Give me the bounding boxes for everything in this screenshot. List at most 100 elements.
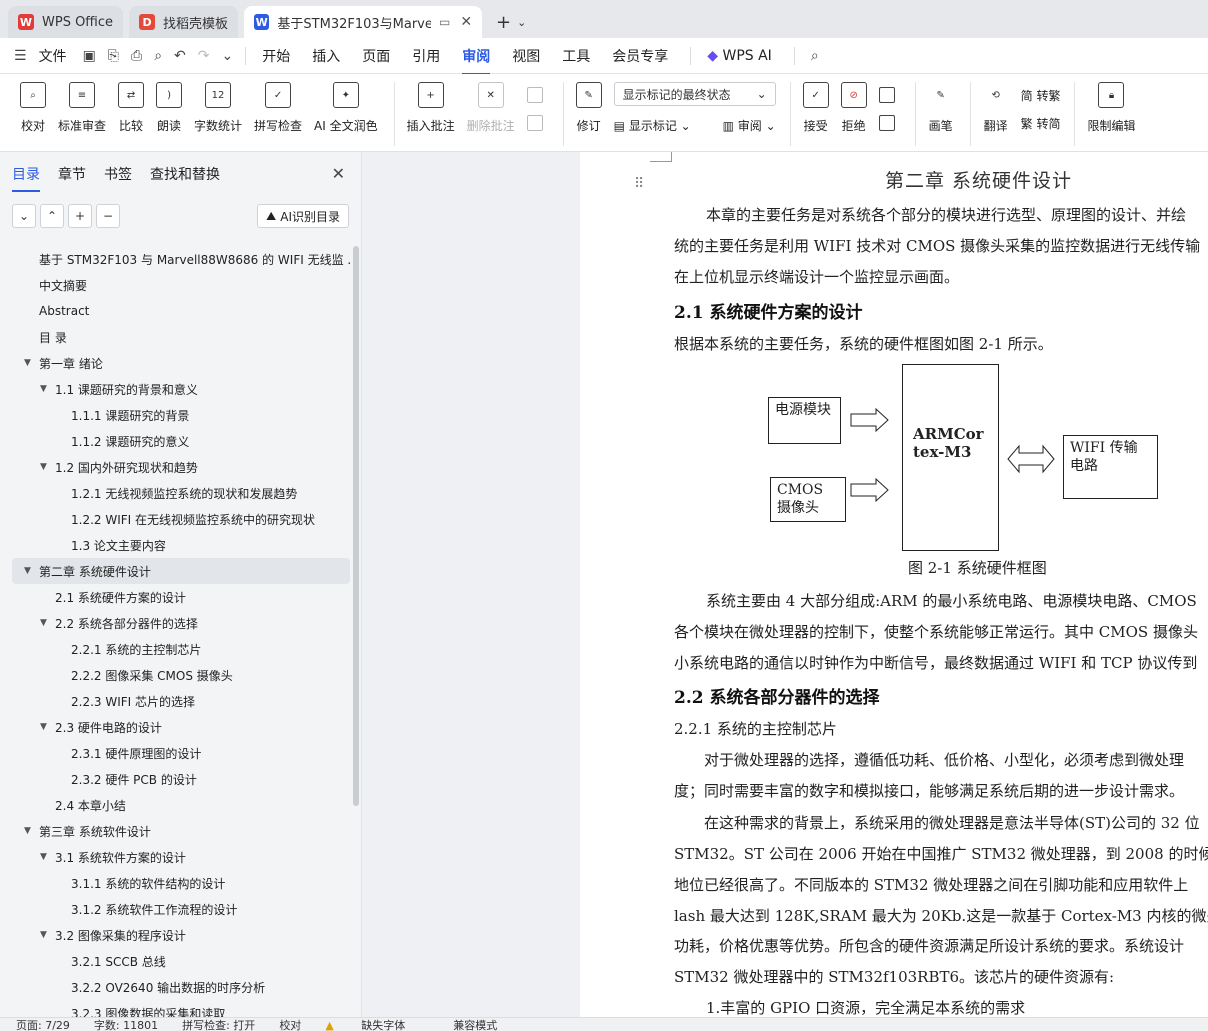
close-icon[interactable]: ✕	[460, 14, 472, 30]
remove-heading-button[interactable]: −	[96, 204, 120, 228]
menu-view[interactable]: 视图	[512, 46, 540, 66]
collapse-up-button[interactable]: ⌃	[40, 204, 64, 228]
toc-item[interactable]: 2.2.1 系统的主控制芯片	[0, 636, 352, 662]
standard-review-button[interactable]: ≡ 标准审查	[58, 82, 106, 134]
expand-triangle-icon[interactable]: ▼	[40, 462, 47, 472]
menu-review[interactable]: 审阅	[462, 46, 491, 75]
pen-button[interactable]: ✎ 画笔	[928, 82, 954, 134]
to-traditional-button[interactable]: 简 转繁	[1021, 82, 1061, 108]
expand-triangle-icon[interactable]: ▼	[24, 566, 31, 576]
page-indicator[interactable]: 页面: 7/29	[16, 1018, 70, 1031]
tab-toc[interactable]: 目录	[12, 164, 40, 192]
expand-down-button[interactable]: ⌄	[12, 204, 36, 228]
expand-triangle-icon[interactable]: ▼	[40, 930, 47, 940]
toc-item[interactable]: ▼ 第二章 系统硬件设计	[12, 558, 350, 584]
menu-tools[interactable]: 工具	[562, 46, 590, 66]
tab-docer[interactable]: D 找稻壳模板	[129, 6, 239, 38]
menu-icon[interactable]: ☰	[14, 48, 27, 64]
toc-item[interactable]: 2.4 本章小结	[0, 792, 352, 818]
toc-item[interactable]: 2.1 系统硬件方案的设计	[0, 584, 352, 610]
proofread-button[interactable]: ⌕ 校对	[20, 82, 46, 134]
tab-wps-office[interactable]: W WPS Office	[8, 6, 124, 38]
toc-item[interactable]: 2.2.2 图像采集 CMOS 摄像头	[0, 662, 352, 688]
expand-triangle-icon[interactable]: ▼	[40, 722, 47, 732]
save-icon[interactable]: ▣	[83, 48, 96, 64]
missing-font-status[interactable]: ▲ 缺失字体	[325, 1018, 429, 1031]
undo-icon[interactable]: ↶	[174, 48, 186, 64]
prev-comment-button[interactable]	[526, 82, 549, 108]
toc-item[interactable]: 1.1.2 课题研究的意义	[0, 428, 352, 454]
word-count-button[interactable]: 12 字数统计	[194, 82, 242, 134]
toc-item[interactable]: 1.2.2 WIFI 在无线视频监控系统中的研究现状	[0, 506, 352, 532]
next-change-button[interactable]	[878, 110, 901, 136]
toc-item[interactable]: 目 录	[0, 324, 352, 350]
toc-item[interactable]: 3.2.1 SCCB 总线	[0, 948, 352, 974]
accept-button[interactable]: ✓ 接受	[802, 82, 829, 134]
ai-polish-button[interactable]: ✦ AI 全文润色	[314, 82, 378, 134]
menu-member[interactable]: 会员专享	[612, 46, 668, 66]
expand-triangle-icon[interactable]: ▼	[24, 358, 31, 368]
toc-item[interactable]: 1.1.1 课题研究的背景	[0, 402, 352, 428]
expand-triangle-icon[interactable]: ▼	[40, 384, 47, 394]
prev-change-button[interactable]	[878, 82, 901, 108]
toc-item[interactable]: ▼ 第三章 系统软件设计	[0, 818, 352, 844]
menu-file[interactable]: 文件	[39, 46, 67, 66]
toc-item[interactable]: ▼ 1.1 课题研究的背景和意义	[0, 376, 352, 402]
proofread-status[interactable]: 校对	[279, 1018, 301, 1031]
print-icon[interactable]: ⎙	[131, 48, 142, 64]
expand-triangle-icon[interactable]: ▼	[24, 826, 31, 836]
ai-detect-toc-button[interactable]: ⛰ AI识别目录	[257, 204, 349, 228]
toc-item[interactable]: 3.1.1 系统的软件结构的设计	[0, 870, 352, 896]
tab-chapters[interactable]: 章节	[58, 164, 86, 184]
menu-insert[interactable]: 插入	[312, 46, 340, 66]
restrict-edit-button[interactable]: 🔒︎ 限制编辑	[1087, 82, 1136, 134]
drag-handle-icon[interactable]: ⠿	[634, 176, 644, 192]
toc-item[interactable]: Abstract	[0, 298, 352, 324]
insert-comment-button[interactable]: + 插入批注	[407, 82, 455, 134]
toc-item[interactable]: 1.2.1 无线视频监控系统的现状和发展趋势	[0, 480, 352, 506]
document-page[interactable]: ⠿ 第二章 系统硬件设计 本章的主要任务是对系统各个部分的模块进行选型、原理图的…	[580, 152, 1208, 1017]
toc-item[interactable]: ▼ 3.1 系统软件方案的设计	[0, 844, 352, 870]
compare-button[interactable]: ⇄ 比较	[118, 82, 145, 134]
new-tab-button[interactable]: + ⌄	[496, 6, 526, 38]
reject-button[interactable]: ⊘ 拒绝	[840, 82, 867, 134]
toc-item[interactable]: 2.2.3 WIFI 芯片的选择	[0, 688, 352, 714]
toc-item[interactable]: 基于 STM32F103 与 Marvell88W8686 的 WIFI 无线监…	[0, 246, 352, 272]
revise-button[interactable]: ✎ 修订	[575, 82, 602, 134]
toc-item[interactable]: ▼ 第一章 绪论	[0, 350, 352, 376]
chevron-down-icon[interactable]: ⌄	[222, 48, 234, 64]
translate-button[interactable]: ⟲ 翻译	[983, 82, 1009, 134]
close-icon[interactable]: ✕	[332, 164, 345, 183]
expand-triangle-icon[interactable]: ▼	[40, 618, 47, 628]
tab-bookmarks[interactable]: 书签	[104, 164, 132, 184]
toc-item[interactable]: ▼ 3.2 图像采集的程序设计	[0, 922, 352, 948]
toc-item[interactable]: 3.2.3 图像数据的采集和读取	[0, 1000, 352, 1018]
toc-item[interactable]: 3.2.2 OV2640 输出数据的时序分析	[0, 974, 352, 1000]
toc-item[interactable]: 1.3 论文主要内容	[0, 532, 352, 558]
review-pane-button[interactable]: ▥ 审阅 ⌄	[723, 117, 776, 134]
redo-icon[interactable]: ↷	[198, 48, 210, 64]
spell-check-button[interactable]: ✓ 拼写检查	[254, 82, 302, 134]
share-icon[interactable]: ⎘	[108, 48, 119, 64]
search-icon[interactable]: ⌕	[811, 48, 819, 64]
menu-wps-ai[interactable]: ◆ WPS AI	[707, 48, 772, 64]
toc-item[interactable]: ▼ 2.3 硬件电路的设计	[0, 714, 352, 740]
tab-document[interactable]: W 基于STM32F103与Marvell8 ▭ ✕	[244, 6, 483, 38]
toc-item[interactable]: ▼ 2.2 系统各部分器件的选择	[0, 610, 352, 636]
expand-triangle-icon[interactable]: ▼	[40, 852, 47, 862]
menu-home[interactable]: 开始	[262, 46, 290, 66]
to-simplified-button[interactable]: 繁 转简	[1021, 110, 1061, 136]
add-heading-button[interactable]: +	[68, 204, 92, 228]
toc-item[interactable]: 2.3.2 硬件 PCB 的设计	[0, 766, 352, 792]
read-aloud-button[interactable]: ) 朗读	[156, 82, 183, 134]
toc-item[interactable]: ▼ 1.2 国内外研究现状和趋势	[0, 454, 352, 480]
tab-find-replace[interactable]: 查找和替换	[150, 164, 220, 184]
next-comment-button[interactable]	[526, 110, 549, 136]
print-preview-icon[interactable]: ⌕	[154, 48, 162, 64]
toc-item[interactable]: 中文摘要	[0, 272, 352, 298]
display-mode-select[interactable]: 显示标记的最终状态 ⌄	[613, 82, 776, 106]
toc-scrollbar[interactable]	[353, 246, 359, 806]
word-count[interactable]: 字数: 11801	[94, 1018, 158, 1031]
show-marks-button[interactable]: ▤ 显示标记 ⌄	[614, 117, 691, 134]
toc-item[interactable]: 3.1.2 系统软件工作流程的设计	[0, 896, 352, 922]
